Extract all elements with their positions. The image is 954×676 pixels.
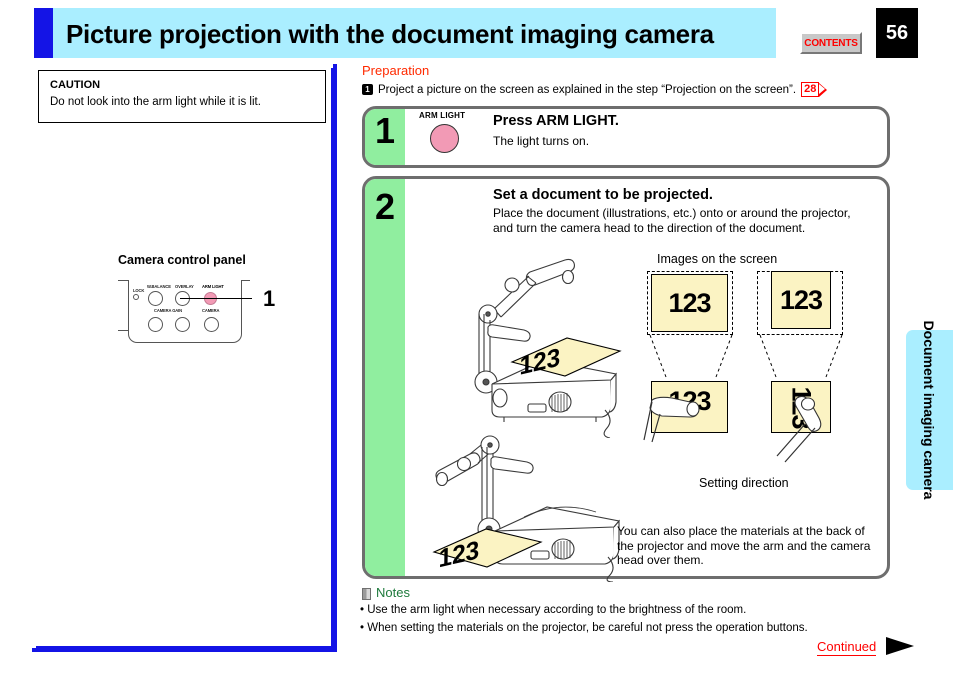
page-reference-number: 28 [801, 82, 820, 97]
step-2-heading: Set a document to be projected. [493, 187, 713, 203]
panel-knob-wbalance[interactable] [148, 291, 163, 306]
step-2-number-column [365, 179, 405, 576]
callout-leader-line [180, 298, 252, 299]
screen-document-left: 123 [651, 274, 728, 332]
caution-box: CAUTION Do not look into the arm light w… [38, 70, 326, 123]
contents-button[interactable]: CONTENTS [800, 32, 862, 54]
camera-arm-overlay-right [776, 395, 822, 463]
panel-label-lock: LOCK [133, 288, 145, 293]
side-tab-label: Document imaging camera [921, 320, 938, 500]
step-2-number: 2 [374, 186, 396, 227]
panel-label-camera-gain: CAMERA GAIN [154, 308, 183, 313]
notes-title: Notes [376, 585, 410, 600]
panel-knob-camera-gain-up[interactable] [175, 317, 190, 332]
continued-label: Continued [817, 639, 877, 656]
arm-light-button-label: ARM LIGHT [419, 111, 466, 120]
panel-label-arm-light: ARM LIGHT [202, 284, 224, 289]
preparation-step-bullet: 1 [362, 84, 373, 95]
notes-item-1: • Use the arm light when necessary accor… [360, 604, 747, 616]
page-reference-28[interactable]: 28 [801, 82, 828, 97]
panel-label-overlay: OVERLAY [175, 284, 194, 289]
screen-document-right: 123 [771, 271, 831, 329]
panel-knob-camera[interactable] [204, 317, 219, 332]
page-title: Picture projection with the document ima… [66, 19, 714, 49]
camera-control-panel-title: Camera control panel [118, 253, 246, 267]
side-tab-document-imaging-camera[interactable]: Document imaging camera [906, 320, 953, 500]
images-on-screen-caption: Images on the screen [657, 252, 778, 266]
step-1-heading: Press ARM LIGHT. [493, 113, 619, 129]
caution-title: CAUTION [50, 79, 101, 91]
projector-illustration-top: 123 [474, 258, 622, 438]
preparation-title: Preparation [362, 63, 430, 78]
preparation-step-row: 1 Project a picture on the screen as exp… [362, 82, 882, 97]
panel-label-camera: CAMERA [202, 308, 220, 313]
projection-cone-lines [649, 334, 843, 378]
step-2-bottom-note: You can also place the materials at the … [617, 524, 871, 567]
step-1-number: 1 [374, 110, 396, 151]
continued-arrow-icon [886, 637, 914, 655]
header-accent-bar [34, 8, 53, 58]
step-2-body: Place the document (illustrations, etc.)… [493, 206, 851, 235]
notes-icon [362, 588, 371, 600]
panel-body [128, 280, 242, 343]
camera-arm-overlay-left [643, 396, 700, 443]
left-column-frame [36, 68, 333, 648]
notes-item-2: • When setting the materials on the proj… [360, 622, 808, 634]
page-number-badge: 56 [876, 8, 918, 58]
caution-text: Do not look into the arm light while it … [50, 96, 261, 108]
contents-button-label: CONTENTS [804, 37, 858, 49]
arm-light-button-icon[interactable] [430, 124, 459, 153]
step-1-body: The light turns on. [493, 134, 590, 148]
panel-knob-camera-gain-down[interactable] [148, 317, 163, 332]
svg-text:123: 123 [438, 536, 479, 574]
panel-label-wbalance: W.BALANCE [147, 284, 171, 289]
setting-direction-caption: Setting direction [699, 476, 789, 490]
panel-knob-lock[interactable] [133, 294, 139, 300]
callout-number: 1 [263, 286, 276, 311]
page-reference-arrow-inner-icon [819, 84, 826, 94]
projector-illustration-bottom: 123 [432, 435, 621, 582]
preparation-step-text: Project a picture on the screen as expla… [378, 83, 797, 96]
